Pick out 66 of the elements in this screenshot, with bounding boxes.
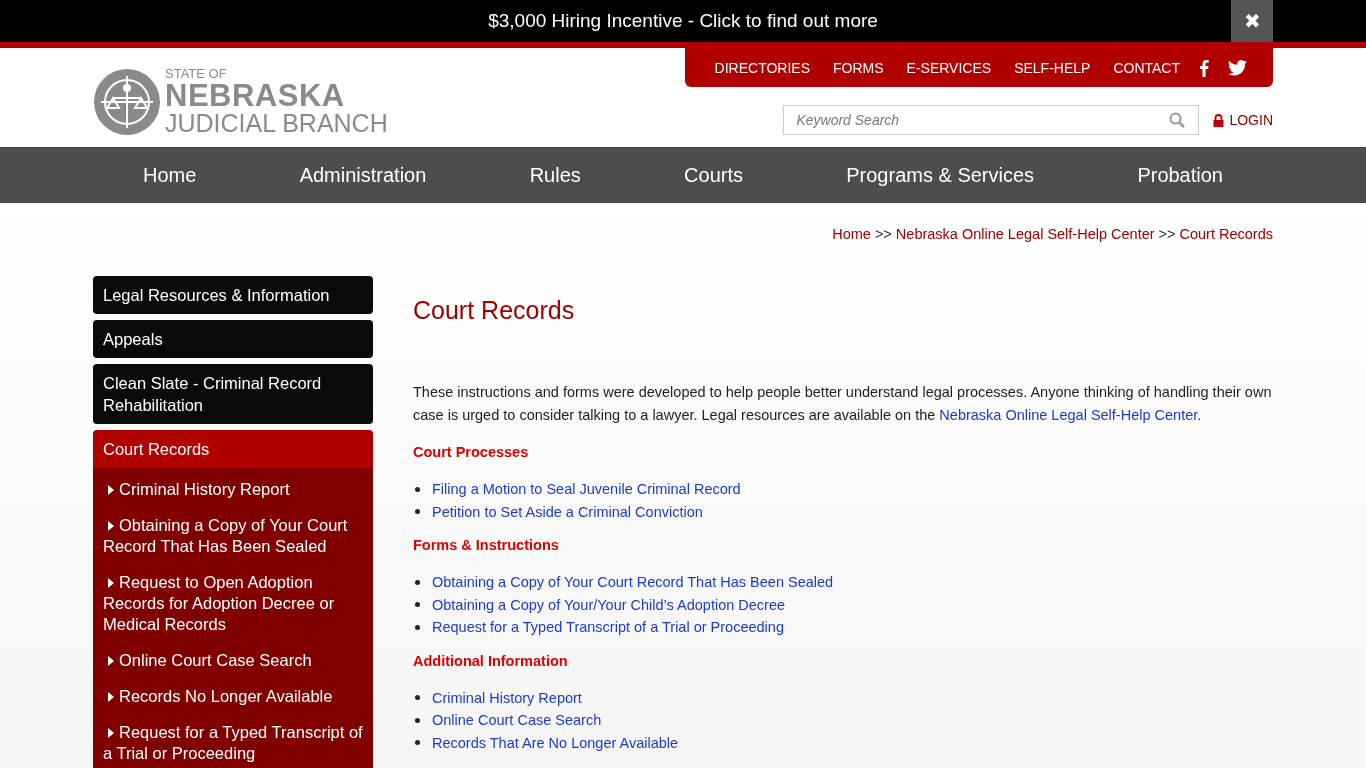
bullet-icon (415, 717, 420, 723)
self-help-link[interactable]: Nebraska Online Legal Self-Help Center (939, 407, 1198, 423)
bullet-icon (415, 740, 420, 746)
logo-subtitle: STATE OF (165, 67, 228, 80)
sidebar-item[interactable]: Appeals (93, 320, 373, 358)
nav-link[interactable]: Probation (1137, 163, 1223, 187)
bullet-icon (415, 486, 420, 492)
bullet-icon (415, 624, 420, 630)
content-link[interactable]: Online Court Case Search (432, 709, 602, 732)
search-icon[interactable] (1169, 112, 1186, 128)
content-link[interactable]: Filing a Motion to Seal Juvenile Criminal Record (432, 478, 741, 501)
sidebar-item[interactable]: Clean Slate - Criminal Record Rehabilitation (93, 364, 373, 424)
caret-icon (108, 692, 114, 702)
caret-icon (108, 578, 114, 588)
seal-icon (93, 67, 161, 136)
nav-link[interactable]: Courts (684, 163, 743, 187)
utility-link[interactable]: E-SERVICES (906, 59, 992, 76)
breadcrumb-link[interactable]: Home (832, 226, 871, 253)
utility-link[interactable]: DIRECTORIES (714, 59, 810, 76)
content-link[interactable]: Records That Are No Longer Available (432, 731, 679, 754)
logo-subtitle: JUDICIAL BRANCH (165, 111, 388, 136)
breadcrumb-link[interactable]: Court Records (1179, 226, 1273, 253)
content-link[interactable]: Criminal History Report (432, 686, 582, 709)
bullet-icon (415, 602, 420, 608)
caret-icon (108, 728, 114, 738)
submenu-link[interactable]: Criminal History Report (93, 472, 373, 508)
utility-link[interactable]: FORMS (833, 59, 884, 76)
caret-icon (108, 521, 114, 531)
utility-link[interactable]: CONTACT (1113, 59, 1180, 76)
breadcrumb-separator: >> (874, 226, 892, 244)
submenu-link[interactable]: Request for a Typed Transcript of a Trial or Proceeding (93, 715, 373, 768)
lock-icon (1213, 113, 1225, 127)
caret-icon (108, 656, 114, 666)
login-link[interactable]: LOGIN (1213, 112, 1273, 128)
breadcrumb-link[interactable]: Nebraska Online Legal Self-Help Center (895, 226, 1155, 253)
bullet-icon (415, 509, 420, 515)
search-field[interactable]: Keyword Search (783, 105, 1200, 135)
intro-paragraph: These instructions and forms were developed to help people better understand legal processes. Anyone thinking of handling their own case is urged to consider talking to a lawyer. Legal resources are available on the Nebraska Online Legal Self-Help Center. (413, 383, 1273, 425)
submenu-link[interactable]: Obtaining a Copy of Your Court Record That Has Been Sealed (93, 508, 373, 565)
content-link[interactable]: Petition to Set Aside a Criminal Conviction (432, 500, 703, 523)
logo-title: NEBRASKA (165, 80, 346, 111)
submenu-link[interactable]: Request to Open Adoption Records for Adoption Decree or Medical Records (93, 565, 373, 643)
section-heading: Forms & Instructions (413, 537, 560, 553)
nav-link[interactable]: Programs & Services (846, 163, 1035, 187)
content-link[interactable]: Obtaining a Copy of Your Court Record That Has Been Sealed (432, 571, 834, 594)
sidebar-item[interactable]: Court Records (93, 430, 373, 468)
announcement-link[interactable]: $3,000 Hiring Incentive - Click to find out more (488, 10, 878, 32)
twitter-icon[interactable] (1228, 59, 1247, 76)
section-heading: Additional Information (413, 652, 569, 669)
caret-icon (108, 485, 114, 495)
nav-link[interactable]: Home (143, 163, 197, 187)
nav-link[interactable]: Rules (529, 163, 581, 187)
close-button[interactable]: ✖ (1231, 0, 1273, 42)
utility-link[interactable]: SELF-HELP (1014, 59, 1091, 76)
content-link[interactable]: Request for a Typed Transcript of a Trial or Proceeding (432, 616, 784, 639)
bullet-icon (415, 695, 420, 701)
facebook-icon[interactable] (1199, 58, 1209, 77)
breadcrumb-separator: >> (1158, 226, 1176, 244)
page-title: Court Records (413, 296, 576, 325)
section-heading: Court Processes (413, 444, 530, 460)
submenu-link[interactable]: Records No Longer Available (93, 679, 373, 715)
submenu-link[interactable]: Online Court Case Search (93, 643, 373, 679)
nav-link[interactable]: Administration (299, 163, 427, 187)
sidebar-item[interactable]: Legal Resources & Information (93, 276, 373, 314)
content-link[interactable]: Obtaining a Copy of Your/Your Child’s Adoption Decree (432, 593, 786, 616)
bullet-icon (415, 579, 420, 585)
